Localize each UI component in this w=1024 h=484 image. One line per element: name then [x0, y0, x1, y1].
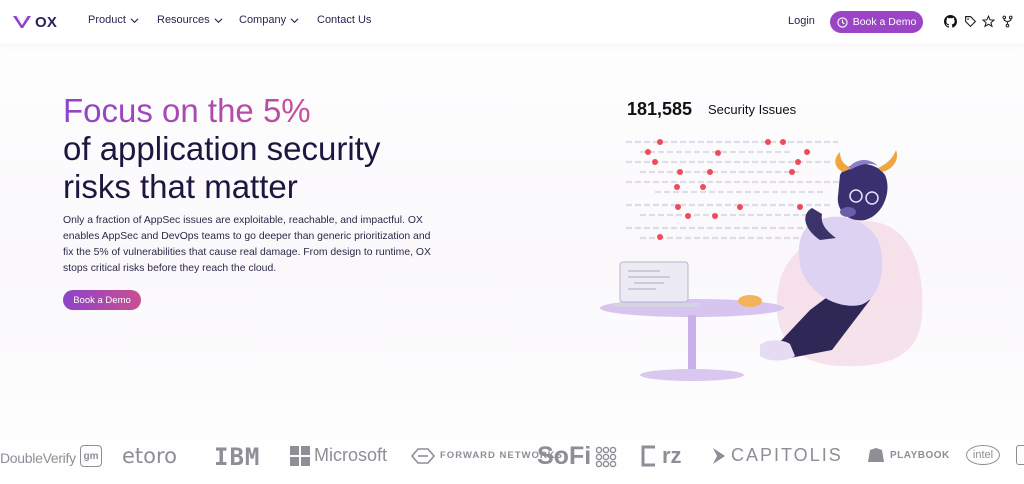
nav-resources[interactable]: Resources — [157, 14, 223, 26]
laptop-screen — [619, 261, 689, 303]
logo-microsoft: Microsoft — [290, 445, 387, 466]
logo-microsoft-text: Microsoft — [314, 445, 388, 465]
chevron-down-icon — [214, 17, 223, 23]
playbook-mark-icon — [868, 448, 884, 462]
logo-ibm: IBM — [214, 443, 261, 471]
tag-icon[interactable] — [964, 15, 977, 28]
login-link[interactable]: Login — [788, 15, 815, 27]
laptop-base — [612, 303, 700, 307]
rz-bracket-icon — [641, 445, 655, 467]
book-demo-label: Book a Demo — [852, 16, 917, 28]
nav-contact-label: Contact Us — [317, 14, 372, 26]
logo-playbook-text: PLAYBOOK — [890, 449, 950, 461]
nav-resources-label: Resources — [157, 14, 210, 26]
logo-etoro: etoro — [122, 444, 178, 468]
star-icon[interactable] — [982, 15, 995, 28]
logo-rz-text: rz — [662, 443, 682, 468]
chevron-down-icon — [130, 17, 139, 23]
book-demo-button-nav[interactable]: Book a Demo — [830, 11, 923, 33]
github-icon[interactable] — [944, 15, 957, 28]
logo-capitolis: CAPITOLIS — [711, 445, 843, 466]
fork-icon[interactable] — [1001, 15, 1014, 28]
bull-snout — [840, 207, 856, 217]
logo-sofi-text: SoFi — [537, 442, 592, 470]
logo-capitolis-text: CAPITOLIS — [731, 445, 843, 465]
clock-icon — [837, 16, 848, 28]
microsoft-squares-icon — [290, 445, 310, 466]
hero-description: Only a fraction of AppSec issues are exp… — [63, 215, 431, 274]
customer-logo-strip: DoubleVerify gm etoro IBM Microsoft FORW… — [0, 440, 1024, 474]
nav-contact-us[interactable]: Contact Us — [317, 14, 371, 26]
logo-text: OX — [35, 13, 58, 31]
logo-forward-networks: FORWARD NETWORKS — [410, 445, 563, 467]
logo-gm: gm — [80, 445, 102, 467]
chevron-down-icon — [290, 17, 299, 23]
logo-rz: rz — [640, 443, 682, 469]
logo-cut-off — [1016, 445, 1024, 465]
nav-company[interactable]: Company — [239, 14, 299, 26]
book-demo-button-hero[interactable]: Book a Demo — [63, 290, 141, 310]
bull-mascot-illustration — [600, 139, 923, 381]
logo-doubleverify: DoubleVerify — [0, 450, 76, 466]
sofi-dots-icon — [595, 446, 617, 467]
bull-horn-left — [835, 152, 852, 172]
hero-title-line2: of application security — [63, 130, 381, 167]
bull-horn-right — [878, 150, 898, 172]
nav-product[interactable]: Product — [88, 14, 139, 26]
hero-title-highlight: Focus on the 5% — [63, 92, 483, 130]
logo-intel: intel — [966, 445, 1000, 465]
security-issue-count: 181,585 — [627, 99, 693, 119]
logo-forward-networks-text: FORWARD NETWORKS — [440, 450, 563, 461]
vulnerability-markers — [645, 139, 810, 240]
logo-sofi: SoFi — [537, 442, 617, 471]
hero-title: Focus on the 5% of application security … — [63, 92, 483, 206]
capitolis-chevron-icon — [713, 447, 725, 464]
nav-product-label: Product — [88, 14, 126, 26]
ox-logo[interactable]: OX — [12, 13, 57, 31]
book-demo-hero-label: Book a Demo — [73, 294, 131, 306]
ox-logo-icon — [13, 15, 31, 28]
logo-playbook: PLAYBOOK — [866, 446, 950, 464]
hero-title-line3: risks that matter — [63, 168, 298, 205]
table-base — [640, 369, 744, 381]
top-nav: OX Product Resources Company Contact Us … — [0, 0, 1024, 44]
croissant — [738, 295, 762, 307]
security-issue-label: Security Issues — [708, 102, 797, 117]
nav-company-label: Company — [239, 14, 287, 26]
forward-networks-mark-icon — [410, 448, 436, 464]
table-leg — [688, 315, 696, 370]
